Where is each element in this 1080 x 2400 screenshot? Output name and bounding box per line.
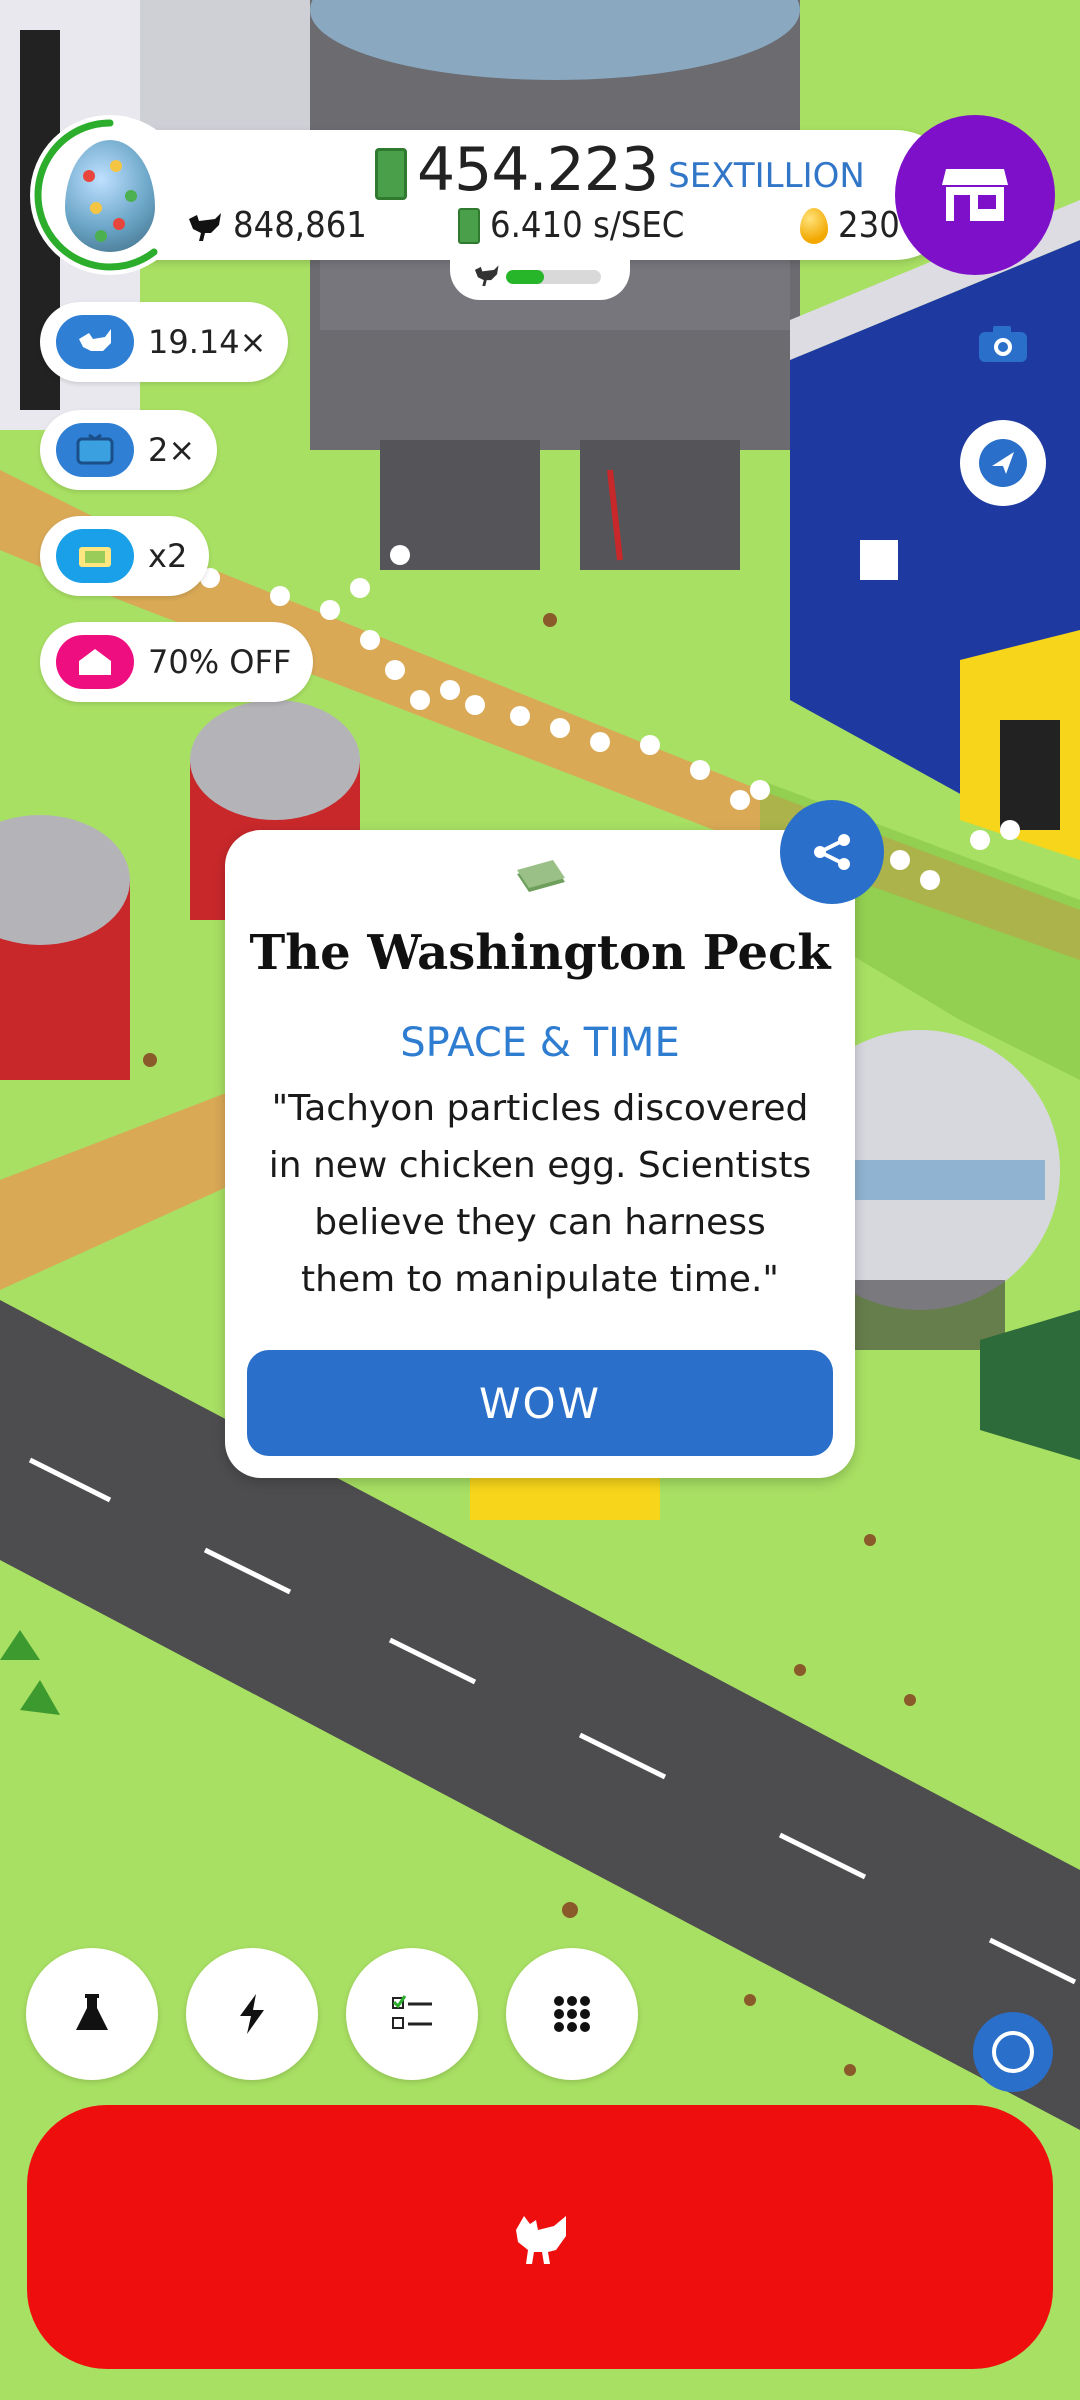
- overlay-circle-button[interactable]: [973, 2012, 1053, 2092]
- boost-pill-label: x2: [148, 537, 188, 575]
- news-card: The Washington Peck SPACE & TIME "Tachyo…: [225, 830, 855, 1478]
- lightning-icon: [240, 1994, 264, 2034]
- house-icon: [79, 649, 111, 675]
- missions-button[interactable]: [346, 1948, 478, 2080]
- bird-icon: [79, 329, 111, 351]
- income-rate-value: 6.410 s/SEC: [490, 205, 685, 246]
- money-display: 454.223 SEXTILLION: [375, 140, 865, 200]
- circle-icon: [992, 2031, 1034, 2073]
- boost-icon-badge: [56, 423, 134, 477]
- store-icon: [942, 169, 1008, 221]
- cash-box-icon: [79, 547, 111, 567]
- golden-egg-icon: [800, 207, 828, 244]
- golden-egg-stat: 230: [800, 205, 900, 246]
- boost-pill-label: 19.14×: [148, 323, 267, 361]
- income-rate-stat: 6.410 s/SEC: [458, 205, 684, 246]
- chicken-count-stat: 848,861: [185, 205, 367, 246]
- chicken-count-value: 848,861: [233, 205, 367, 246]
- flask-icon: [76, 1994, 108, 2030]
- share-icon: [814, 834, 850, 870]
- hatch-chicken-button[interactable]: [27, 2105, 1053, 2369]
- hatchery-progress-fill: [506, 270, 544, 284]
- menu-button[interactable]: [506, 1948, 638, 2080]
- boost-pill-earnings[interactable]: 19.14×: [40, 302, 289, 382]
- hatchery-progress: [450, 255, 630, 300]
- boost-icon-badge: [56, 529, 134, 583]
- golden-egg-count: 230: [838, 205, 900, 246]
- boost-pill-cash[interactable]: x2: [40, 516, 210, 596]
- tv-icon: [76, 433, 114, 465]
- boost-pill-discount[interactable]: 70% OFF: [40, 622, 314, 702]
- chicken-silhouette-icon: [189, 212, 221, 241]
- news-category: SPACE & TIME: [400, 1020, 680, 1066]
- boosts-button[interactable]: [186, 1948, 318, 2080]
- camera-button[interactable]: [960, 300, 1046, 386]
- boost-pill-label: 70% OFF: [148, 643, 292, 681]
- chicken-icon: [516, 2216, 566, 2264]
- hatchery-progress-track: [506, 270, 601, 284]
- share-button[interactable]: [780, 800, 884, 904]
- navigate-button[interactable]: [960, 420, 1046, 506]
- money-unit: SEXTILLION: [668, 156, 865, 196]
- boost-pill-label: 2×: [148, 431, 196, 469]
- cash-icon: [375, 148, 407, 200]
- cash-icon: [458, 207, 480, 244]
- boost-icon-badge: [56, 315, 134, 369]
- chicken-silhouette-icon: [474, 265, 499, 287]
- camera-icon: [979, 326, 1027, 362]
- navigation-arrow-icon: [979, 439, 1027, 487]
- cash-stack-icon: [517, 860, 565, 892]
- wow-button[interactable]: WOW: [247, 1350, 833, 1456]
- shop-button[interactable]: [895, 115, 1055, 275]
- newspaper-title: The Washington Peck: [249, 925, 831, 981]
- money-value: 454.223: [417, 135, 659, 205]
- boost-icon-badge: [56, 635, 134, 689]
- boost-pill-video[interactable]: 2×: [40, 410, 218, 490]
- checklist-icon: [392, 1995, 432, 2029]
- research-button[interactable]: [26, 1948, 158, 2080]
- news-body: "Tachyon particles discovered in new chi…: [268, 1088, 812, 1300]
- grid-icon: [554, 1996, 590, 2032]
